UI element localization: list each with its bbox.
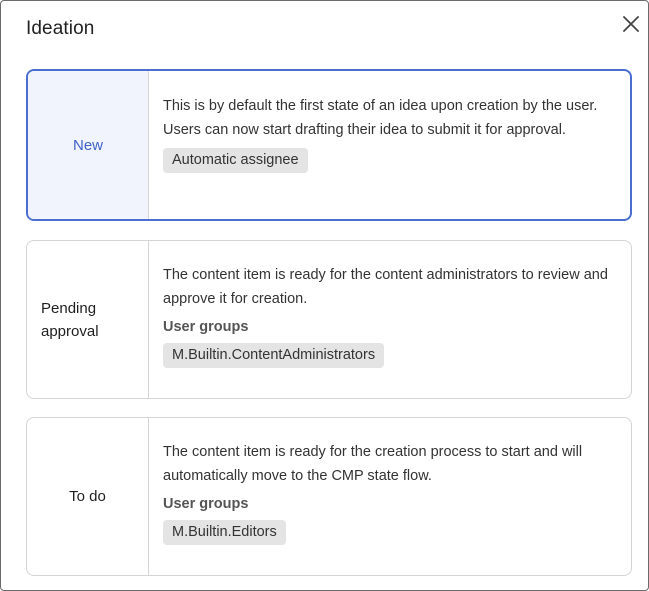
state-body: The content item is ready for the creati… (149, 418, 631, 575)
assignee-chip: Automatic assignee (163, 148, 308, 173)
state-card-new[interactable]: New This is by default the first state o… (26, 69, 632, 221)
user-group-chip: M.Builtin.Editors (163, 520, 286, 545)
user-groups-label: User groups (163, 496, 249, 512)
user-groups-label: User groups (163, 319, 249, 335)
user-group-chip: M.Builtin.ContentAdministrators (163, 343, 385, 368)
state-body: The content item is ready for the conten… (149, 241, 631, 398)
state-card-to-do[interactable]: To do The content item is ready for the … (26, 417, 632, 576)
state-card-pending-approval[interactable]: Pending approval The content item is rea… (26, 240, 632, 399)
state-name: New (28, 71, 149, 219)
state-body: This is by default the first state of an… (149, 71, 630, 219)
state-description: This is by default the first state of an… (163, 98, 598, 138)
state-name: Pending approval (27, 241, 149, 398)
ideation-dialog: Ideation New This is by default the firs… (0, 0, 649, 591)
state-description: The content item is ready for the conten… (163, 267, 608, 307)
close-button[interactable] (620, 13, 642, 35)
dialog-title: Ideation (26, 18, 95, 39)
close-icon (620, 13, 642, 35)
state-name: To do (27, 418, 149, 575)
state-description: The content item is ready for the creati… (163, 444, 583, 484)
